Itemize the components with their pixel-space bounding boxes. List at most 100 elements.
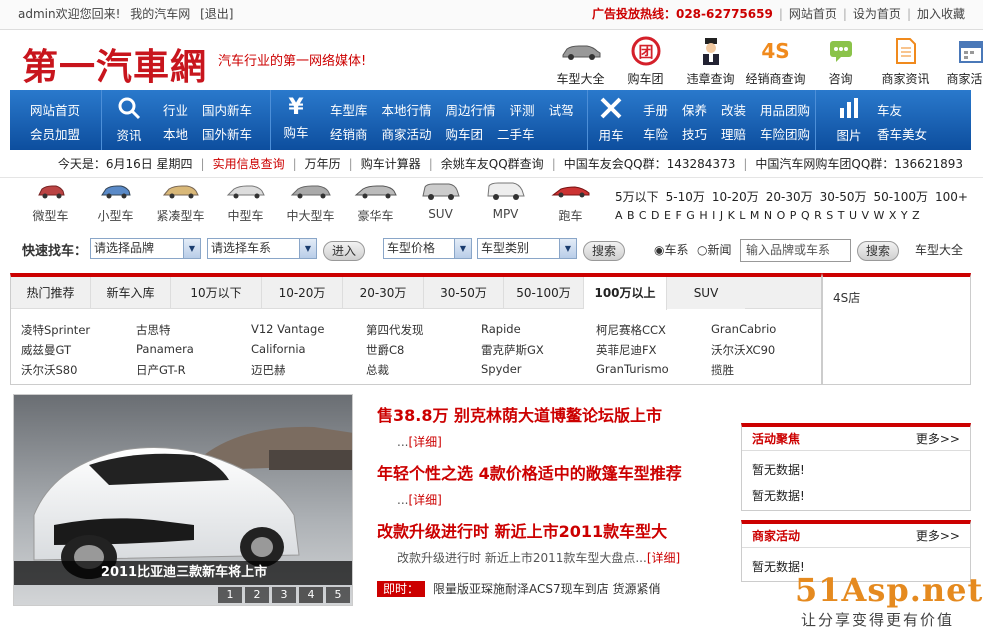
hero-slideshow[interactable]: 2011比亚迪三款新车将上市 1 2 3 4 5 (13, 394, 353, 606)
nav-home[interactable]: 网站首页 (30, 103, 80, 118)
quick-biz-news[interactable]: 商家资讯 (873, 36, 938, 87)
model-link[interactable]: 总裁 (366, 362, 389, 378)
series-select[interactable]: 请选择车系 ▼ (207, 238, 317, 259)
slide-dot-5[interactable]: 5 (326, 587, 350, 603)
nav-claims[interactable]: 理赔 (721, 127, 746, 142)
nav-group[interactable]: 购车团 (446, 127, 484, 142)
nav-buy[interactable]: ¥ 购车 (276, 96, 316, 141)
model-link[interactable]: 迈巴赫 (251, 362, 286, 378)
radio-news[interactable]: ○新闻 (697, 241, 732, 258)
car-type-mpv[interactable]: MPV (473, 181, 538, 224)
model-link[interactable]: Spyder (481, 362, 522, 376)
price-select[interactable]: 车型价格 ▼ (383, 238, 472, 259)
detail-link[interactable]: [详细] (408, 493, 441, 507)
quick-biz-events[interactable]: 商家活动 (938, 36, 983, 87)
model-link[interactable]: 沃尔沃S80 (21, 362, 77, 378)
tab-20-30w[interactable]: 20-30万 (343, 277, 424, 309)
nav-manual[interactable]: 手册 (643, 103, 668, 118)
calendar-link[interactable]: 万年历 (305, 157, 341, 171)
qq-group-query-link[interactable]: 余姚车友QQ群查询 (441, 157, 544, 171)
model-link[interactable]: 世爵C8 (366, 342, 404, 358)
model-link[interactable]: 凌特Sprinter (21, 322, 90, 338)
nav-review[interactable]: 评测 (510, 103, 535, 118)
model-link[interactable]: 日产GT-R (136, 362, 186, 378)
model-link[interactable]: 揽胜 (711, 362, 734, 378)
nav-join[interactable]: 会员加盟 (30, 127, 80, 142)
radio-car-series[interactable]: ◉车系 (654, 241, 689, 258)
model-link[interactable]: GranTurismo (596, 362, 669, 376)
nav-test-drive[interactable]: 试驾 (549, 103, 574, 118)
model-link[interactable]: California (251, 342, 306, 356)
model-link[interactable]: 第四代发现 (366, 322, 424, 338)
logout-link[interactable]: [退出] (200, 7, 233, 21)
tab-10-20w[interactable]: 10-20万 (262, 277, 343, 309)
brand-select[interactable]: 请选择品牌 ▼ (90, 238, 201, 259)
hero-caption[interactable]: 2011比亚迪三款新车将上市 (14, 561, 352, 585)
nav-biz-events[interactable]: 商家活动 (382, 127, 432, 142)
nav-insurance[interactable]: 车险 (643, 127, 668, 142)
4s-store-link[interactable]: 4S店 (833, 291, 860, 305)
top-link-set-home[interactable]: 设为首页 (853, 7, 901, 21)
quick-violation[interactable]: 违章查询 (678, 36, 743, 87)
model-link[interactable]: 沃尔沃XC90 (711, 342, 775, 358)
model-link[interactable]: 威兹曼GT (21, 342, 71, 358)
slide-dot-3[interactable]: 3 (272, 587, 296, 603)
flash-link[interactable]: 限量版亚琛施耐泽ACS7现车到店 货源紧俏 (433, 582, 660, 596)
headline-title[interactable]: 改款升级进行时 新近上市2011款车型大 (377, 518, 727, 542)
price-range-2[interactable]: 10-20万 (712, 190, 759, 204)
tab-50-100w[interactable]: 50-100万 (504, 277, 584, 309)
nav-nearby-market[interactable]: 周边行情 (446, 103, 496, 118)
tab-under-10w[interactable]: 10万以下 (171, 277, 262, 309)
headline-title[interactable]: 售38.8万 别克林荫大道博鳌论坛版上市 (377, 402, 727, 426)
tab-hot[interactable]: 热门推荐 (11, 277, 91, 309)
enter-button[interactable]: 进入 (323, 241, 365, 261)
search-button-2[interactable]: 搜索 (857, 241, 899, 261)
quick-consult[interactable]: 咨询 (808, 36, 873, 87)
model-link[interactable]: 柯尼赛格CCX (596, 322, 666, 338)
site-logo[interactable]: 第一汽車網 (22, 38, 207, 90)
search-button[interactable]: 搜索 (583, 241, 625, 261)
nav-car-friends[interactable]: 车友 (877, 103, 902, 118)
nav-use[interactable]: 用车 (591, 96, 631, 144)
car-type-mid-large[interactable]: 中大型车 (278, 181, 343, 224)
price-range-6[interactable]: 100+ (935, 190, 968, 204)
model-link[interactable]: Panamera (136, 342, 194, 356)
top-link-favorite[interactable]: 加入收藏 (917, 7, 965, 21)
slide-dot-1[interactable]: 1 (218, 587, 242, 603)
nav-used-car[interactable]: 二手车 (497, 127, 535, 142)
model-link[interactable]: V12 Vantage (251, 322, 324, 336)
nav-car-beauty[interactable]: 香车美女 (877, 127, 927, 142)
model-link[interactable]: 古思特 (136, 322, 171, 338)
headline-title[interactable]: 年轻个性之选 4款价格适中的敞篷车型推荐 (377, 460, 727, 484)
more-link[interactable]: 更多>> (916, 427, 960, 451)
price-range-5[interactable]: 50-100万 (874, 190, 929, 204)
nav-maintenance[interactable]: 保养 (682, 103, 707, 118)
car-type-suv[interactable]: SUV (408, 181, 473, 224)
model-link[interactable]: 英菲尼迪FX (596, 342, 657, 358)
nav-foreign-new[interactable]: 国外新车 (202, 127, 252, 142)
top-link-home[interactable]: 网站首页 (789, 7, 837, 21)
car-type-small[interactable]: 小型车 (83, 181, 148, 224)
quick-dealer[interactable]: 4S 经销商查询 (743, 36, 808, 87)
slide-dot-4[interactable]: 4 (299, 587, 323, 603)
slide-dot-2[interactable]: 2 (245, 587, 269, 603)
car-type-mid[interactable]: 中型车 (213, 181, 278, 224)
model-link[interactable]: 雷克萨斯GX (481, 342, 544, 358)
quick-group-buy[interactable]: 团购车团 (613, 36, 678, 87)
useful-info-link[interactable]: 实用信息查询 (213, 157, 285, 171)
detail-link[interactable]: [详细] (408, 435, 441, 449)
nav-pics[interactable]: 图片 (829, 96, 869, 144)
quick-car-catalog[interactable]: 车型大全 (548, 36, 613, 87)
car-type-luxury[interactable]: 豪华车 (343, 181, 408, 224)
brand-letter-index[interactable]: ABCDEFGHIJKLMNOPQRSTUVWXYZ (615, 209, 924, 222)
nav-insurance-group[interactable]: 车险团购 (760, 127, 810, 142)
nav-modify[interactable]: 改装 (721, 103, 746, 118)
nav-local-market[interactable]: 本地行情 (382, 103, 432, 118)
tab-new[interactable]: 新车入库 (91, 277, 171, 309)
nav-info[interactable]: 资讯 (109, 96, 149, 144)
nav-industry[interactable]: 行业 (163, 103, 188, 118)
category-select[interactable]: 车型类别 ▼ (477, 238, 577, 259)
more-link[interactable]: 更多>> (916, 524, 960, 548)
my-site-link[interactable]: 我的汽车网 (130, 7, 190, 21)
nav-model-lib[interactable]: 车型库 (330, 103, 368, 118)
